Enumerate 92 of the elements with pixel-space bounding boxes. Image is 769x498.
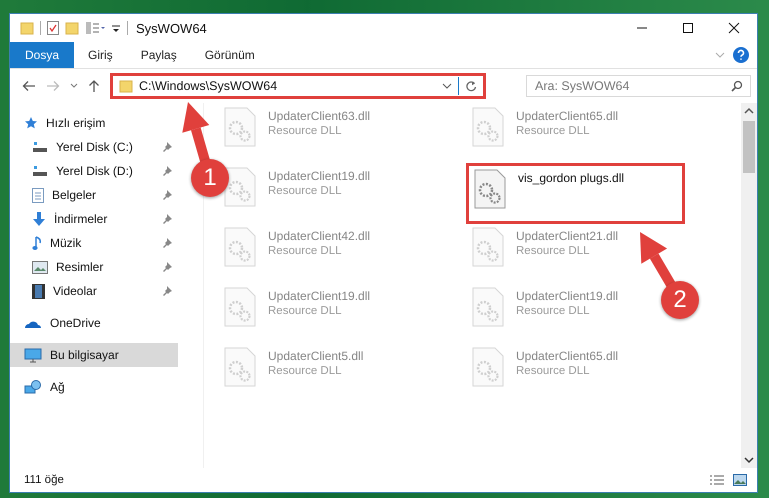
sidebar-label: Resimler — [56, 260, 104, 274]
sidebar-item[interactable]: Resimler — [10, 255, 178, 279]
file-name[interactable]: UpdaterClient42.dll — [268, 229, 370, 243]
sidebar-item[interactable]: Yerel Disk (C:) — [10, 135, 178, 159]
dll-file-icon[interactable] — [474, 169, 506, 209]
step-number-badge: 1 — [191, 159, 229, 197]
properties-icon[interactable] — [47, 21, 59, 35]
file-name[interactable]: UpdaterClient65.dll — [516, 349, 618, 363]
folder-icon — [119, 79, 133, 93]
pin-icon[interactable] — [162, 238, 172, 248]
monitor-icon — [24, 348, 42, 362]
sidebar-item[interactable]: Hızlı erişim — [10, 111, 178, 135]
close-icon — [728, 22, 740, 34]
scrollbar-thumb[interactable] — [743, 121, 755, 173]
file-type: Resource DLL — [516, 305, 591, 317]
drive-icon — [32, 140, 48, 154]
star-icon — [24, 116, 38, 130]
sidebar-item[interactable]: Yerel Disk (D:) — [10, 159, 178, 183]
sidebar-label: Yerel Disk (C:) — [56, 140, 133, 154]
sidebar-label: OneDrive — [50, 316, 101, 330]
drive-icon — [32, 164, 48, 178]
search-field[interactable]: Ara: SysWOW64 — [526, 75, 751, 97]
file-type: Resource DLL — [516, 245, 591, 257]
network-icon — [24, 380, 42, 394]
pin-icon[interactable] — [162, 166, 172, 176]
file-name[interactable]: UpdaterClient21.dll — [516, 229, 618, 243]
pin-icon[interactable] — [162, 214, 172, 224]
refresh-icon[interactable] — [465, 80, 477, 92]
window-title: SysWOW64 — [136, 20, 207, 36]
file-type: Resource DLL — [268, 185, 343, 197]
help-icon[interactable] — [733, 47, 749, 63]
sidebar-label: Hızlı erişim — [46, 116, 106, 130]
scroll-down-icon[interactable] — [744, 456, 754, 464]
up-arrow-icon[interactable] — [88, 79, 100, 93]
item-count: 111 öğe — [24, 474, 64, 486]
file-type: Resource DLL — [268, 305, 343, 317]
sidebar-item[interactable]: Müzik — [10, 231, 178, 255]
sidebar-item[interactable]: Videolar — [10, 279, 178, 303]
forward-arrow-icon[interactable] — [46, 80, 60, 92]
sidebar-item[interactable]: İndirmeler — [10, 207, 178, 231]
file-name[interactable]: UpdaterClient5.dll — [268, 349, 364, 363]
sidebar-item[interactable]: Bu bilgisayar — [10, 343, 178, 367]
file-name[interactable]: UpdaterClient65.dll — [516, 109, 618, 123]
sidebar-label: Belgeler — [52, 188, 96, 202]
file-type: Resource DLL — [516, 365, 591, 377]
folder-icon[interactable] — [20, 21, 34, 35]
maximize-icon — [682, 22, 694, 34]
sidebar-item[interactable]: OneDrive — [10, 311, 178, 335]
music-note-icon — [32, 236, 42, 250]
file-name[interactable]: UpdaterClient63.dll — [268, 109, 370, 123]
sidebar-label: Müzik — [50, 236, 82, 250]
search-icon[interactable] — [731, 80, 743, 92]
sidebar-label: Videolar — [53, 284, 97, 298]
pin-icon[interactable] — [162, 286, 172, 296]
file-name[interactable]: UpdaterClient19.dll — [268, 289, 370, 303]
file-type: Resource DLL — [268, 125, 343, 137]
expand-ribbon-icon[interactable] — [715, 51, 725, 59]
sidebar-label: Bu bilgisayar — [50, 348, 119, 362]
pin-icon[interactable] — [162, 142, 172, 152]
ribbon-tab[interactable]: Görünüm — [190, 42, 269, 68]
large-icons-view-icon[interactable] — [733, 474, 747, 486]
sidebar-item[interactable]: Ağ — [10, 375, 178, 399]
ribbon-tab[interactable]: Dosya — [10, 42, 74, 68]
sidebar-item[interactable]: Belgeler — [10, 183, 178, 207]
file-type: Resource DLL — [516, 125, 591, 137]
highlighted-file-item[interactable]: vis_gordon plugs.dll — [466, 163, 686, 224]
address-field[interactable]: C:\Windows\SysWOW64 — [110, 73, 486, 99]
view-icon[interactable] — [85, 21, 105, 35]
ribbon-tab[interactable]: Paylaş — [126, 42, 191, 68]
ribbon-tab[interactable]: Giriş — [74, 42, 127, 68]
chevron-down-icon[interactable] — [442, 82, 452, 90]
scroll-up-icon[interactable] — [744, 107, 754, 115]
file-name[interactable]: vis_gordon plugs.dll — [518, 171, 624, 185]
film-icon — [32, 284, 45, 298]
file-name[interactable]: UpdaterClient19.dll — [268, 169, 370, 183]
new-folder-icon[interactable] — [65, 21, 79, 35]
pin-icon[interactable] — [162, 190, 172, 200]
file-type: Resource DLL — [268, 245, 343, 257]
sidebar-label: Ağ — [50, 380, 65, 394]
sidebar-label: Yerel Disk (D:) — [56, 164, 133, 178]
sidebar-label: İndirmeler — [54, 212, 108, 226]
file-type: Resource DLL — [268, 365, 343, 377]
back-arrow-icon[interactable] — [22, 80, 36, 92]
address-path: C:\Windows\SysWOW64 — [139, 79, 278, 93]
document-icon — [32, 188, 44, 202]
chevron-down-icon[interactable] — [70, 83, 78, 89]
step-number-badge: 2 — [661, 281, 699, 319]
file-name[interactable]: UpdaterClient19.dll — [516, 289, 618, 303]
pin-icon[interactable] — [162, 262, 172, 272]
download-arrow-icon — [32, 212, 46, 226]
picture-icon — [32, 260, 48, 274]
details-view-icon[interactable] — [709, 474, 725, 486]
